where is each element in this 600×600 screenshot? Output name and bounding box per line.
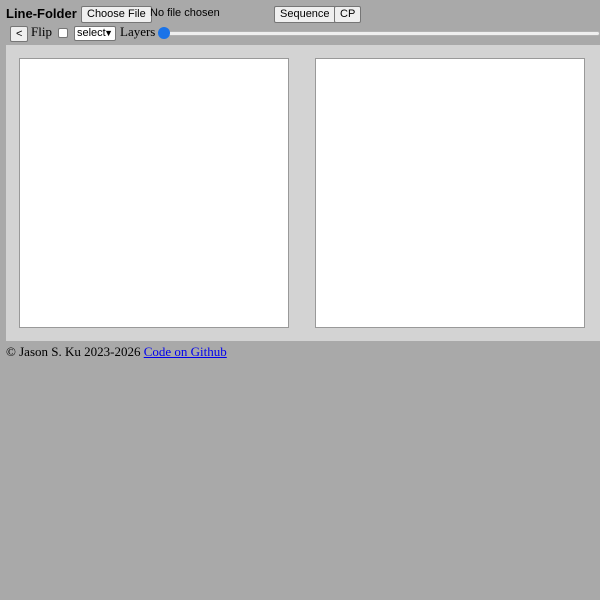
layers-slider[interactable] [160,31,600,36]
app-title: Line-Folder [6,6,77,21]
chevron-down-icon: ▼ [104,28,113,38]
left-canvas-panel[interactable] [19,58,289,328]
github-link[interactable]: Code on Github [144,344,227,359]
copyright-text: © Jason S. Ku 2023-2026 [6,344,141,359]
layers-label: Layers [120,24,156,39]
back-button[interactable]: < [10,26,29,42]
view-select[interactable]: select ▼ [74,26,116,41]
footer: © Jason S. Ku 2023-2026 Code on Github [6,344,227,360]
top-bar: Line-Folder Choose File No file chosen S… [0,0,600,27]
cp-button[interactable]: CP [334,6,362,23]
flip-label: Flip [31,24,52,39]
workspace [6,45,600,341]
flip-checkbox[interactable] [58,28,68,38]
sequence-button[interactable]: Sequence [274,6,336,23]
choose-file-button[interactable]: Choose File [81,6,152,23]
view-select-value: select [77,27,106,39]
toolbar: < Flip select ▼ Layers [0,24,600,45]
layers-slider-thumb[interactable] [158,27,170,39]
right-canvas-panel[interactable] [315,58,585,328]
file-status-text: No file chosen [150,7,220,19]
